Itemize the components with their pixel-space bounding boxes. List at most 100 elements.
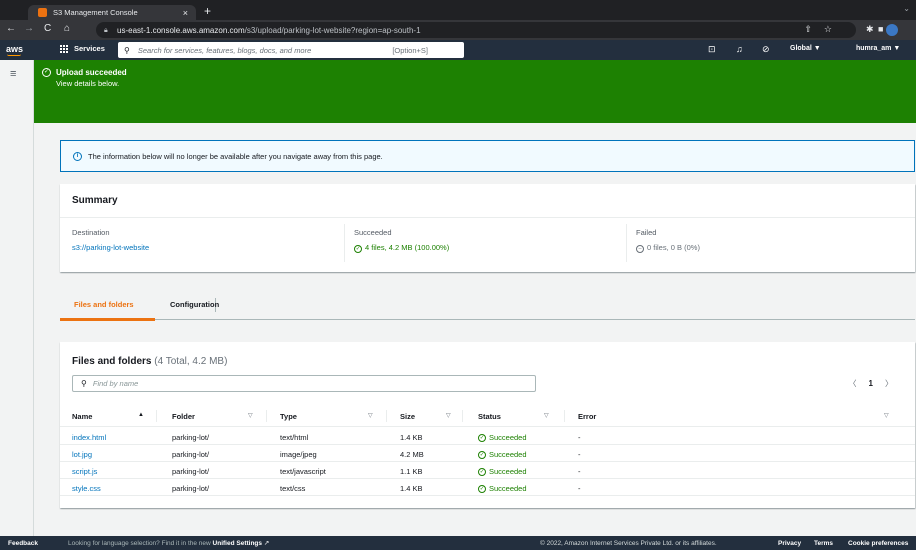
success-check-icon: ✓ [354, 245, 362, 253]
tab-search-icon[interactable]: ⌄ [903, 4, 910, 13]
file-folder: parking-lot/ [172, 467, 210, 476]
summary-title: Summary [60, 184, 915, 218]
pagination: 〈 1 〉 [849, 378, 893, 389]
file-status-text: Succeeded [489, 450, 527, 459]
file-status-text: Succeeded [489, 467, 527, 476]
sort-icon[interactable]: ▽ [446, 412, 451, 419]
info-alert-text: The information below will no longer be … [88, 151, 383, 161]
file-name-link[interactable]: index.html [72, 433, 106, 442]
file-type: text/javascript [280, 467, 326, 476]
language-notice-text: Looking for language selection? Find it … [68, 540, 211, 547]
aws-logo[interactable]: aws [6, 44, 24, 56]
forward-icon[interactable]: → [24, 23, 34, 34]
side-navigation-toggle-icon[interactable]: ≡ [10, 68, 16, 80]
reload-icon[interactable]: C [44, 23, 51, 34]
sort-icon[interactable]: ▽ [884, 412, 889, 419]
table-row: style.css parking-lot/ text/css 1.4 KB ✓… [60, 480, 915, 496]
sort-ascending-icon[interactable]: ▲ [138, 412, 144, 418]
success-check-icon: ✓ [478, 484, 486, 493]
file-name-link[interactable]: style.css [72, 484, 101, 493]
sort-icon[interactable]: ▽ [248, 412, 253, 419]
failed-label: Failed [636, 228, 657, 237]
home-icon[interactable]: ⌂ [64, 23, 70, 34]
feedback-link[interactable]: Feedback [8, 540, 38, 547]
column-divider [386, 410, 387, 422]
flash-subtitle: View details below. [56, 79, 120, 88]
file-folder: parking-lot/ [172, 484, 210, 493]
sort-icon[interactable]: ▽ [368, 412, 373, 419]
services-menu-button[interactable]: Services [60, 44, 105, 53]
col-error[interactable]: Error [578, 412, 596, 421]
file-status: ✓ Succeeded [478, 484, 527, 493]
find-by-name-input[interactable]: ⚲ Find by name [72, 375, 536, 392]
success-check-icon: ✓ [42, 68, 51, 77]
privacy-link[interactable]: Privacy [778, 540, 801, 547]
failed-value-text: 0 files, 0 B (0%) [647, 243, 700, 252]
search-placeholder: Search for services, features, blogs, do… [137, 45, 312, 55]
tab-files-and-folders[interactable]: Files and folders [74, 300, 134, 309]
table-row: script.js parking-lot/ text/javascript 1… [60, 463, 915, 479]
file-error: - [578, 450, 581, 459]
summary-card: Summary Destination s3://parking-lot-web… [60, 184, 915, 272]
success-check-icon: ✓ [478, 450, 486, 459]
failed-minus-icon: – [636, 245, 644, 253]
table-header: Name ▲ Folder ▽ Type ▽ Size ▽ Status ▽ E… [60, 405, 915, 427]
active-tab-underline [60, 318, 155, 321]
tab-configuration[interactable]: Configuration [170, 300, 219, 309]
destination-link[interactable]: s3://parking-lot-website [72, 243, 149, 252]
aws-logo-text: aws [6, 44, 24, 54]
col-type[interactable]: Type [280, 412, 297, 421]
file-type: image/jpeg [280, 450, 317, 459]
browser-tab[interactable]: S3 Management Console × [28, 5, 196, 20]
col-folder[interactable]: Folder [172, 412, 195, 421]
console-footer: Feedback Looking for language selection?… [0, 536, 916, 550]
browser-address-bar: ← → C ⌂ 🔒︎ us-east-1.console.aws.amazon.… [0, 20, 916, 40]
notifications-bell-icon[interactable]: ♫ [736, 44, 743, 54]
back-icon[interactable]: ← [6, 23, 16, 34]
col-name[interactable]: Name [72, 412, 92, 421]
extensions-icon[interactable]: ✱ [866, 24, 874, 35]
success-check-icon: ✓ [478, 467, 486, 476]
current-page[interactable]: 1 [869, 379, 873, 388]
next-page-icon[interactable]: 〉 [885, 378, 893, 389]
summary-divider [626, 224, 627, 262]
table-row: lot.jpg parking-lot/ image/jpeg 4.2 MB ✓… [60, 446, 915, 462]
new-tab-button[interactable]: + [204, 4, 211, 18]
col-size[interactable]: Size [400, 412, 415, 421]
close-tab-icon[interactable]: × [183, 8, 188, 18]
terms-link[interactable]: Terms [814, 540, 833, 547]
url-field[interactable]: 🔒︎ us-east-1.console.aws.amazon.com /s3/… [96, 22, 856, 38]
cloudshell-icon[interactable]: ⊡ [708, 44, 716, 55]
file-size: 4.2 MB [400, 450, 424, 459]
global-search-input[interactable]: ⚲ Search for services, features, blogs, … [118, 42, 464, 58]
search-shortcut: [Option+S] [392, 45, 428, 55]
file-status: ✓ Succeeded [478, 450, 527, 459]
region-selector[interactable]: Global ▼ [790, 45, 821, 52]
external-link-icon: ↗ [263, 540, 270, 547]
column-divider [564, 410, 565, 422]
destination-label: Destination [72, 228, 110, 237]
sort-icon[interactable]: ▽ [544, 412, 549, 419]
succeeded-value-text: 4 files, 4.2 MB (100.00%) [365, 243, 450, 252]
previous-page-icon[interactable]: 〈 [849, 378, 857, 389]
share-icon[interactable]: ⇧ [804, 24, 812, 35]
sidepanel-icon[interactable]: ■ [878, 24, 883, 34]
files-table-title: Files and folders (4 Total, 4.2 MB) [72, 356, 227, 367]
services-label: Services [74, 44, 105, 53]
bookmark-star-icon[interactable]: ☆ [824, 24, 832, 35]
account-menu[interactable]: humra_am ▼ [856, 45, 900, 52]
side-rail-divider [33, 60, 34, 536]
help-icon[interactable]: ⊘ [762, 44, 770, 55]
col-status[interactable]: Status [478, 412, 501, 421]
cookie-preferences-link[interactable]: Cookie preferences [848, 540, 908, 547]
url-path: /s3/upload/parking-lot-website?region=ap… [244, 25, 421, 35]
file-size: 1.4 KB [400, 484, 423, 493]
aws-favicon-icon [38, 8, 47, 17]
file-name-link[interactable]: script.js [72, 467, 97, 476]
file-type: text/css [280, 484, 306, 493]
file-type: text/html [280, 433, 309, 442]
aws-smile-icon [7, 54, 21, 56]
file-name-link[interactable]: lot.jpg [72, 450, 92, 459]
profile-avatar[interactable] [886, 24, 898, 36]
unified-settings-link[interactable]: Unified Settings [213, 540, 262, 547]
